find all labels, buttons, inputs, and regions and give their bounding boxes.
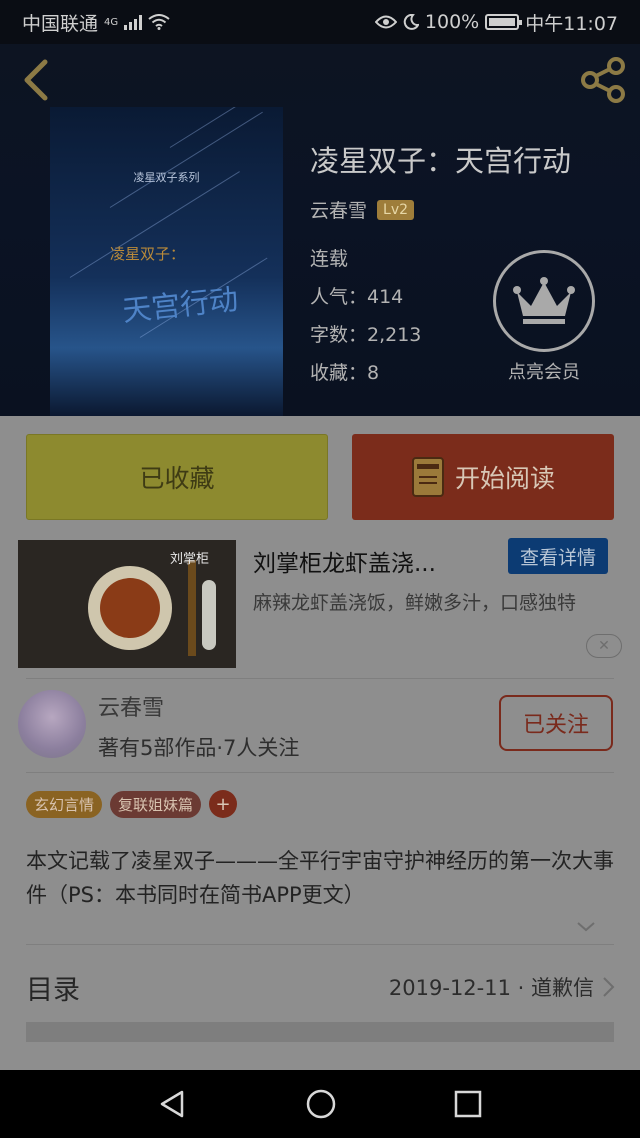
author-row: 云春雪 Lv2 xyxy=(310,196,415,223)
carrier-label: 中国联通 xyxy=(22,12,99,35)
cover-title: 天宫行动 xyxy=(120,282,240,328)
ad-title[interactable]: 刘掌柜龙虾盖浇... xyxy=(253,544,436,578)
network-type: 4G xyxy=(104,16,119,28)
food-shape xyxy=(100,578,160,638)
ad-description: 麻辣龙虾盖浇饭，鲜嫩多汁，口感独特 xyxy=(253,592,577,614)
ad-image[interactable]: 刘掌柜 xyxy=(18,540,236,668)
cover-streak xyxy=(109,111,263,208)
author-card-name[interactable]: 云春雪 xyxy=(98,690,164,722)
nav-back-icon[interactable] xyxy=(158,1089,188,1119)
book-title: 凌星双子：天宫行动 xyxy=(310,144,572,178)
cover-series-text: 凌星双子系列 xyxy=(133,171,200,184)
synopsis: 本文记载了凌星双子———全平行宇宙守护神经历的第一次大事件（PS：本书同时在简书… xyxy=(26,849,614,907)
chevron-right-icon xyxy=(603,977,615,997)
chopsticks-shape xyxy=(188,560,196,656)
vip-label: 点亮会员 xyxy=(508,362,580,383)
tag-1[interactable]: 复联姐妹篇 xyxy=(110,790,202,818)
cover-subtitle: 凌星双子： xyxy=(110,245,186,263)
share-icon xyxy=(581,57,625,103)
divider xyxy=(26,772,614,773)
signal-icon xyxy=(124,14,143,30)
share-button[interactable] xyxy=(578,54,630,106)
book-icon xyxy=(411,457,444,497)
ad-detail-button[interactable]: 查看详情 xyxy=(508,538,608,574)
vip-circle xyxy=(493,250,595,352)
start-reading-label: 开始阅读 xyxy=(454,464,555,493)
book-cover[interactable]: 凌星双子系列 凌星双子： 天宫行动 xyxy=(50,107,283,416)
divider xyxy=(26,944,614,945)
cover-streak xyxy=(169,107,283,148)
status-bar: 中国联通 4G 100% 中午11:07 xyxy=(0,0,640,44)
ad-close-button[interactable]: ✕ xyxy=(586,634,622,658)
battery-percent: 100% xyxy=(424,11,480,33)
serial-status: 连载 xyxy=(310,248,349,270)
nav-bar xyxy=(0,1070,640,1138)
back-button[interactable] xyxy=(14,58,58,102)
favorited-button[interactable]: 已收藏 xyxy=(26,434,328,520)
eye-icon xyxy=(374,15,397,29)
toc-row[interactable]: 目录 2019-12-11 · 道歉信 xyxy=(26,962,616,1012)
chevron-down-icon[interactable] xyxy=(576,916,596,936)
nav-recents-icon[interactable] xyxy=(454,1090,482,1118)
ad-brand: 刘掌柜 xyxy=(170,552,210,567)
popularity: 人气：414 xyxy=(310,286,404,308)
battery-icon xyxy=(485,14,523,30)
toc-title: 目录 xyxy=(26,974,80,1006)
moon-icon xyxy=(403,14,419,30)
follow-button[interactable]: 已关注 xyxy=(499,695,613,751)
book-header: 凌星双子系列 凌星双子： 天宫行动 凌星双子：天宫行动 云春雪 Lv2 连载 人… xyxy=(0,44,640,416)
favorite-count: 收藏：8 xyxy=(310,362,380,384)
author-card: 云春雪 著有5部作品·7人关注 已关注 xyxy=(0,686,640,772)
wifi-icon xyxy=(148,14,170,30)
toc-latest-chapter: 2019-12-11 · 道歉信 xyxy=(388,976,594,1000)
back-arrow-icon xyxy=(24,59,48,101)
ad-banner[interactable]: 刘掌柜 刘掌柜龙虾盖浇... 查看详情 麻辣龙虾盖浇饭，鲜嫩多汁，口感独特 ✕ xyxy=(0,538,640,670)
level-badge: Lv2 xyxy=(377,199,415,220)
author-name[interactable]: 云春雪 xyxy=(310,196,367,223)
tag-list: 玄幻言情 复联姐妹篇 + xyxy=(26,790,238,818)
spoon-shape xyxy=(202,580,216,650)
status-left: 中国联通 4G xyxy=(22,9,170,36)
divider xyxy=(26,678,614,679)
vip-button[interactable]: 点亮会员 xyxy=(492,250,596,384)
chapter-bar xyxy=(26,1022,614,1042)
toc-latest: 2019-12-11 · 道歉信 xyxy=(389,972,616,1002)
add-tag-button[interactable]: + xyxy=(209,790,238,818)
author-card-works: 著有5部作品·7人关注 xyxy=(98,736,300,760)
book-content: 已收藏 开始阅读 刘掌柜 刘掌柜龙虾盖浇... 查看详情 麻辣龙虾盖浇饭，鲜嫩多… xyxy=(0,416,640,1070)
start-reading-button[interactable]: 开始阅读 xyxy=(352,434,614,520)
avatar[interactable] xyxy=(18,690,86,758)
tag-0[interactable]: 玄幻言情 xyxy=(26,790,103,818)
word-count: 字数：2,213 xyxy=(310,324,422,346)
nav-home-icon[interactable] xyxy=(305,1088,337,1120)
status-right: 100% 中午11:07 xyxy=(374,9,618,36)
crown-icon xyxy=(513,277,575,324)
clock: 中午11:07 xyxy=(525,12,618,35)
